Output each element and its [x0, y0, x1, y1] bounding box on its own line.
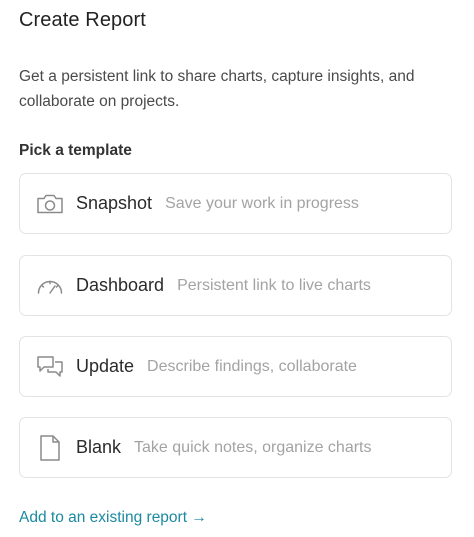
template-section-label: Pick a template — [19, 142, 132, 159]
add-to-existing-report-link[interactable]: Add to an existing report → — [19, 509, 207, 527]
template-card-blank[interactable]: Blank Take quick notes, organize charts — [19, 417, 452, 478]
page-title: Create Report — [19, 9, 146, 31]
template-name: Blank — [76, 437, 122, 457]
camera-icon — [36, 190, 64, 218]
template-name: Snapshot — [76, 193, 153, 213]
template-name: Update — [76, 356, 135, 376]
template-description: Take quick notes, organize charts — [134, 438, 372, 456]
page-description: Get a persistent link to share charts, c… — [19, 68, 415, 110]
template-description: Describe findings, collaborate — [147, 357, 357, 375]
template-description: Persistent link to live charts — [177, 276, 371, 294]
create-report-panel: Create Report Get a persistent link to s… — [0, 0, 474, 537]
template-name: Dashboard — [76, 275, 165, 295]
gauge-icon — [36, 272, 64, 300]
template-card-dashboard[interactable]: Dashboard Persistent link to live charts — [19, 255, 452, 316]
template-card-update[interactable]: Update Describe findings, collaborate — [19, 336, 452, 397]
chat-bubbles-icon — [36, 353, 64, 381]
document-icon — [36, 434, 64, 462]
template-description: Save your work in progress — [165, 194, 359, 212]
template-card-snapshot[interactable]: Snapshot Save your work in progress — [19, 173, 452, 234]
